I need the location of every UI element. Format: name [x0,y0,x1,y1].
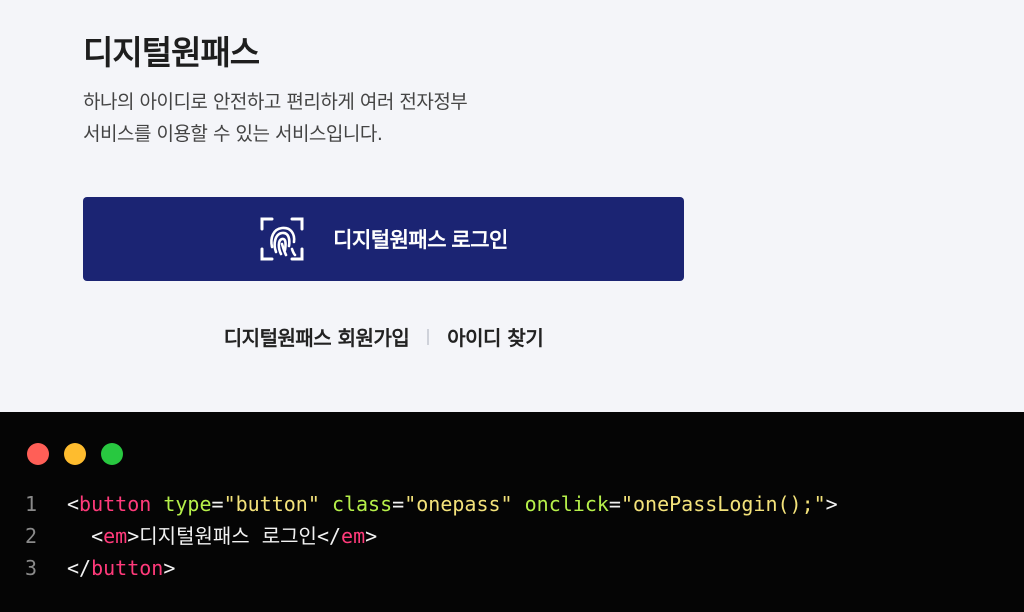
close-dot-icon [27,443,49,465]
code-token: > [365,524,378,548]
code-line: 1 <button type="button" class="onepass" o… [25,488,838,520]
maximize-dot-icon [101,443,123,465]
code-token: < [91,524,104,548]
code-token: = [392,492,405,516]
code-attr: type [163,492,212,516]
line-number: 2 [25,524,38,548]
code-block: 1 <button type="button" class="onepass" o… [25,488,838,584]
code-text: 디지털원패스 로그인 [139,524,317,548]
fingerprint-scan-icon [259,216,305,262]
code-line: 3 </button> [25,552,838,584]
login-panel: 디지털원패스 하나의 아이디로 안전하고 편리하게 여러 전자정부 서비스를 이… [0,0,1024,412]
login-button-label: 디지털원패스 로그인 [333,229,508,252]
code-token: > [163,556,176,580]
code-line: 2 <em>디지털원패스 로그인</em> [25,520,838,552]
code-token: > [127,524,140,548]
find-id-link[interactable]: 아이디 찾기 [447,322,543,351]
code-tag: em [103,524,128,548]
code-string: "onepass" [404,492,513,516]
page-description: 하나의 아이디로 안전하고 편리하게 여러 전자정부 서비스를 이용할 수 있는… [83,91,468,145]
signup-link[interactable]: 디지털원패스 회원가입 [224,322,410,351]
window-controls [27,443,138,465]
onepass-login-button[interactable]: 디지털원패스 로그인 [83,197,684,281]
code-token: > [825,492,838,516]
code-attr: class [331,492,393,516]
code-attr: onclick [524,492,609,516]
code-string: "button" [223,492,320,516]
code-tag: button [91,556,164,580]
code-token: = [608,492,621,516]
code-tag: button [79,492,152,516]
code-token: </ [67,556,92,580]
code-tag: em [341,524,366,548]
minimize-dot-icon [64,443,86,465]
line-number: 1 [25,492,38,516]
code-token: = [211,492,224,516]
link-divider [427,328,430,345]
account-links: 디지털원패스 회원가입 아이디 찾기 [0,322,767,351]
code-string: "onePassLogin();" [620,492,826,516]
page-title: 디지털원패스 [83,33,260,72]
code-token: < [67,492,80,516]
code-token: </ [316,524,342,548]
line-number: 3 [25,556,38,580]
